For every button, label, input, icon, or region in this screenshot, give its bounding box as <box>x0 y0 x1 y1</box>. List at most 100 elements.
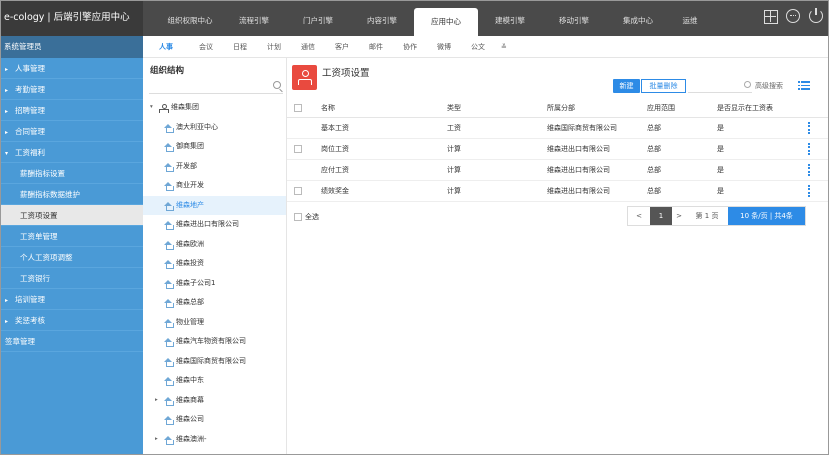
tree-node[interactable]: 御商集团 <box>143 137 286 157</box>
row-checkbox[interactable] <box>294 187 302 195</box>
tree-node[interactable]: 维森子公司1 <box>143 274 286 294</box>
row-more-icon[interactable] <box>808 185 810 197</box>
sidebar-item[interactable]: 薪酬指标设置 <box>0 163 143 184</box>
tree-node[interactable]: 维森中东 <box>143 371 286 391</box>
tree-node[interactable]: 维森汽车物资有限公司 <box>143 332 286 352</box>
sidebar-item-label: 考勤管理 <box>15 85 45 94</box>
table-row[interactable]: 岗位工资 计算 维森进出口有限公司 总部 是 <box>287 139 829 160</box>
caret-right-icon[interactable]: ▸ <box>155 430 158 450</box>
top-nav-tab[interactable]: 流程引擎 <box>222 0 286 36</box>
row-checkbox[interactable] <box>294 145 302 153</box>
select-all-checkbox[interactable] <box>294 213 302 221</box>
search-input[interactable] <box>688 79 752 93</box>
top-nav-tab[interactable]: 移动引擎 <box>542 0 606 36</box>
app-title: e-cology | 后端引擎应用中心 <box>0 0 143 36</box>
tree-node[interactable]: 维森总部 <box>143 293 286 313</box>
sidebar-item[interactable]: 工资银行 <box>0 268 143 289</box>
home-icon <box>164 299 174 308</box>
top-nav-tab[interactable]: 内容引擎 <box>350 0 414 36</box>
sidebar-item[interactable]: ▸ 合同管理 <box>0 121 143 142</box>
current-page[interactable]: 1 <box>650 207 672 225</box>
sidebar-item[interactable]: ▾ 工资福利 <box>0 142 143 163</box>
new-button[interactable]: 新建 <box>613 79 640 93</box>
caret-down-icon[interactable]: ▾ <box>150 98 153 118</box>
search-icon[interactable] <box>744 81 751 88</box>
tree-node[interactable]: 维森投资 <box>143 254 286 274</box>
table-row[interactable]: 应付工资 计算 维森进出口有限公司 总部 是 <box>287 160 829 181</box>
table-cell: 是 <box>717 187 724 195</box>
sidebar-item[interactable]: ▸ 考勤管理 <box>0 79 143 100</box>
sub-nav-tab[interactable]: 客户 <box>325 42 359 52</box>
tree-node[interactable]: 维森欧洲 <box>143 235 286 255</box>
prev-page-button[interactable]: < <box>628 207 650 225</box>
sub-nav-tab[interactable]: 公文 <box>461 42 495 52</box>
sidebar-item[interactable]: ▸ 招聘管理 <box>0 100 143 121</box>
top-nav-tab[interactable]: 应用中心 <box>414 8 478 36</box>
advanced-search-link[interactable]: 高级搜索 <box>755 81 783 91</box>
tree-node-label: 维森地产 <box>176 200 204 209</box>
sidebar-header: 系统管理员 <box>0 36 143 58</box>
tree-node[interactable]: 维森国际商贸有限公司 <box>143 352 286 372</box>
tree-node[interactable]: 开发部 <box>143 157 286 177</box>
header-checkbox[interactable] <box>294 104 302 112</box>
table-row[interactable]: 基本工资 工资 维森国际商贸有限公司 总部 是 <box>287 118 829 139</box>
sub-nav-tab[interactable]: 日程 <box>223 42 257 52</box>
tree-node[interactable]: ▸ 维森澳洲- <box>143 430 286 450</box>
row-more-icon[interactable] <box>808 143 810 155</box>
top-nav-tab[interactable]: 组织权限中心 <box>158 0 222 36</box>
sub-nav-tab[interactable]: 会议 <box>189 42 223 52</box>
sidebar-item-label: 工资单管理 <box>20 232 58 241</box>
col-header-scope: 应用范围 <box>647 104 675 112</box>
chevron-down-icon[interactable]: ≚ <box>501 43 507 51</box>
tree-node[interactable]: 维森地产 <box>143 195 286 215</box>
sidebar-item[interactable]: 工资项设置 <box>0 205 143 226</box>
sub-nav-tab[interactable]: 微博 <box>427 42 461 52</box>
tree-node[interactable]: ▸ 维森商幕 <box>143 391 286 411</box>
list-view-icon[interactable] <box>798 81 810 90</box>
sidebar-item[interactable]: ▸ 奖惩考核 <box>0 310 143 331</box>
batch-delete-button[interactable]: 批量删除 <box>641 79 686 93</box>
search-icon[interactable] <box>273 81 281 89</box>
tree-node[interactable]: 物业管理 <box>143 313 286 333</box>
top-nav-tab[interactable]: 运维 <box>670 0 710 36</box>
select-all[interactable]: 全选 <box>294 212 319 222</box>
row-more-icon[interactable] <box>808 164 810 176</box>
next-page-button[interactable]: > <box>672 207 686 225</box>
caret-right-icon: ▸ <box>5 66 9 73</box>
page-jump[interactable]: 第 1 页 <box>686 207 728 225</box>
sub-nav-tab[interactable]: 通信 <box>291 42 325 52</box>
tree-node[interactable]: 澳大利亚中心 <box>143 118 286 138</box>
sub-nav-tab[interactable]: 协作 <box>393 42 427 52</box>
tree-node[interactable]: 维森进出口有限公司 <box>143 215 286 235</box>
sidebar-item[interactable]: ▸ 人事管理 <box>0 58 143 79</box>
home-icon <box>164 338 174 347</box>
page-size-select[interactable]: 10 条/页 | 共4条 <box>728 207 805 225</box>
top-nav-tab[interactable]: 集成中心 <box>606 0 670 36</box>
org-search-input[interactable] <box>149 78 283 94</box>
table-row[interactable]: 绩效奖金 计算 维森进出口有限公司 总部 是 <box>287 181 829 202</box>
power-icon[interactable] <box>809 8 823 23</box>
pagination: < 1 > 第 1 页 10 条/页 | 共4条 <box>627 206 806 226</box>
sub-nav-tab[interactable]: 邮件 <box>359 42 393 52</box>
home-icon <box>164 260 174 269</box>
tree-node[interactable]: 商业开发 <box>143 176 286 196</box>
caret-right-icon[interactable]: ▸ <box>155 391 158 411</box>
caret-down-icon: ▾ <box>5 150 9 157</box>
table-cell: 总部 <box>647 145 661 153</box>
sidebar-item[interactable]: ▸ 培训管理 <box>0 289 143 310</box>
top-nav-tab[interactable]: 建模引擎 <box>478 0 542 36</box>
table-cell: 计算 <box>447 166 461 174</box>
sidebar-item[interactable]: 薪酬指标数据维护 <box>0 184 143 205</box>
sub-nav-tab[interactable]: 计划 <box>257 42 291 52</box>
sidebar-item[interactable]: 签章管理 <box>0 331 143 352</box>
tree-node[interactable]: ▾ 维森集团 <box>143 98 286 118</box>
sidebar-item[interactable]: 工资单管理 <box>0 226 143 247</box>
more-icon[interactable] <box>786 9 800 23</box>
row-more-icon[interactable] <box>808 122 810 134</box>
tree-node-label: 维森汽车物资有限公司 <box>176 337 246 345</box>
sub-nav-tab[interactable]: 人事 <box>143 42 189 52</box>
tree-node[interactable]: 维森公司 <box>143 410 286 430</box>
top-nav-tab[interactable]: 门户引擎 <box>286 0 350 36</box>
sidebar-item[interactable]: 个人工资项调整 <box>0 247 143 268</box>
grid-icon[interactable] <box>763 9 778 24</box>
